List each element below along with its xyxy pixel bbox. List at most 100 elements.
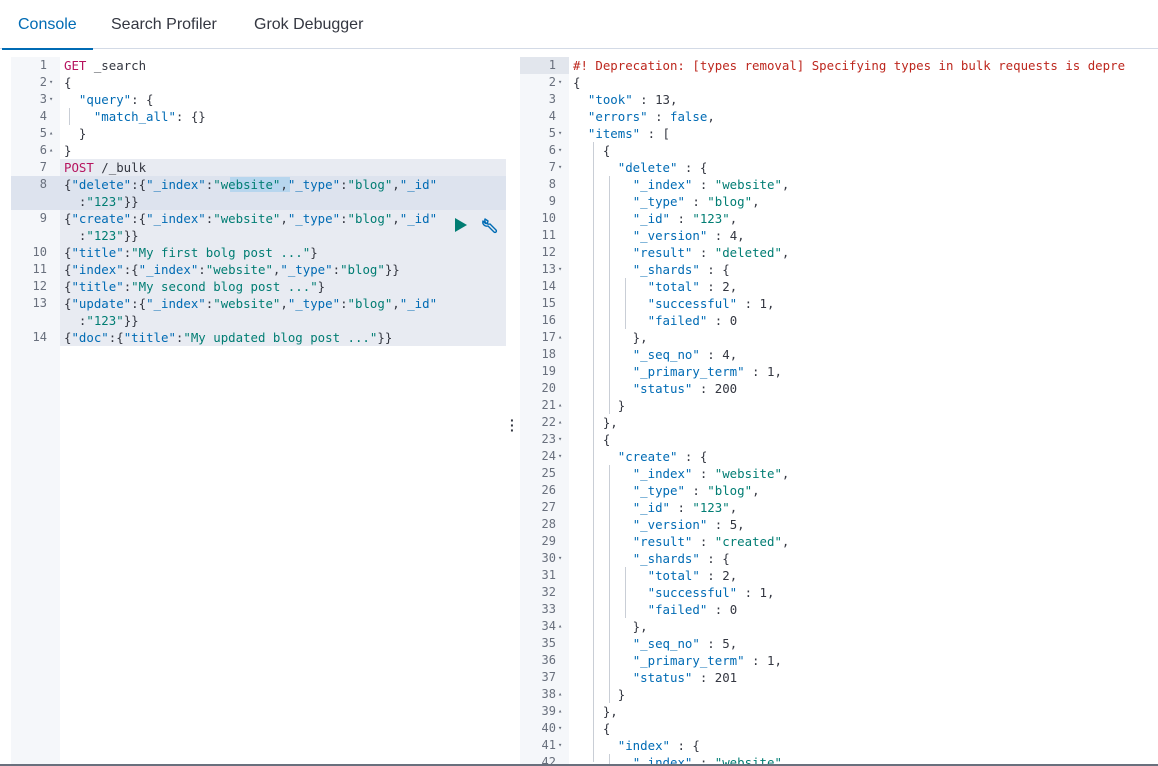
tab-console[interactable]: Console: [2, 0, 93, 50]
code-text: {"update":{"_index":"website","_type":"b…: [64, 295, 437, 312]
token-str: "blog": [707, 483, 753, 498]
token-punct: [573, 92, 588, 107]
token-key: "_id": [399, 211, 438, 226]
token-punct: ,: [729, 636, 738, 651]
fold-collapse-icon[interactable]: ▾: [558, 737, 568, 754]
line-number: 26: [541, 483, 556, 497]
fold-expand-icon[interactable]: ▴: [558, 414, 568, 431]
line-number: 18: [541, 347, 556, 361]
response-line: 23 ▾ {: [520, 431, 1158, 448]
code-text: "_seq_no" : 4,: [573, 346, 737, 363]
token-key: "create": [617, 449, 678, 464]
line-number: 13: [32, 296, 47, 310]
token-punct: ,: [737, 228, 745, 243]
token-str: "My second blog post ...": [131, 279, 318, 294]
response-viewer[interactable]: 1 #! Deprecation: [types removal] Specify…: [520, 57, 1158, 766]
token-punct: ,: [392, 296, 400, 311]
token-punct: ,: [707, 109, 715, 124]
line-number: 19: [541, 364, 556, 378]
token-punct: ,: [774, 364, 782, 379]
token-key: "doc": [71, 330, 109, 345]
response-line: 17 ▴ },: [520, 329, 1158, 346]
fold-collapse-icon[interactable]: ▾: [558, 261, 568, 278]
token-punct: }: [310, 245, 318, 260]
wrench-icon[interactable]: [481, 216, 499, 234]
fold-collapse-icon[interactable]: ▾: [558, 720, 568, 737]
request-editor[interactable]: 1 GET _search 2 ▾{3 ▾ "query": {4 "match_all…: [11, 57, 506, 766]
token-punct: :: [64, 228, 87, 243]
token-key: "_primary_term": [632, 653, 745, 668]
token-num: 1: [759, 296, 767, 311]
token-key: "_id": [399, 177, 438, 192]
line-number: 15: [541, 296, 556, 310]
line-number: 5: [39, 126, 47, 140]
vertical-dots-icon[interactable]: · · ·: [510, 413, 515, 437]
token-num: 0: [729, 602, 738, 617]
line-number: 36: [541, 653, 556, 667]
code-text: "_type" : "blog",: [573, 193, 760, 210]
token-punct: [573, 568, 648, 583]
token-key: "_index": [632, 177, 693, 192]
response-line: 40 ▾ {: [520, 720, 1158, 737]
fold-collapse-icon[interactable]: ▾: [558, 159, 568, 176]
code-text: "failed" : 0: [573, 601, 738, 618]
response-line: 19 "_primary_term" : 1,: [520, 363, 1158, 380]
token-key: "_id": [632, 500, 670, 515]
play-icon[interactable]: [455, 218, 467, 232]
tab-grok-debugger[interactable]: Grok Debugger: [254, 0, 363, 49]
code-text: "create" : {: [573, 448, 708, 465]
fold-expand-icon[interactable]: ▴: [558, 686, 568, 703]
fold-collapse-icon[interactable]: ▾: [49, 91, 59, 108]
fold-collapse-icon[interactable]: ▾: [558, 125, 568, 142]
token-num: 13: [655, 92, 670, 107]
token-str: "created": [714, 534, 782, 549]
fold-collapse-icon[interactable]: ▾: [558, 550, 568, 567]
token-punct: },: [573, 704, 618, 719]
token-punct: [64, 109, 94, 124]
fold-expand-icon[interactable]: ▴: [558, 618, 568, 635]
line-number: 4: [39, 109, 47, 123]
fold-collapse-icon[interactable]: ▾: [558, 74, 568, 91]
fold-collapse-icon[interactable]: ▾: [558, 448, 568, 465]
line-number: 13: [541, 262, 556, 276]
tab-search-profiler[interactable]: Search Profiler: [111, 0, 217, 49]
token-punct: ,: [670, 92, 678, 107]
token-str: "123": [692, 500, 730, 515]
token-punct: [573, 347, 633, 362]
fold-expand-icon[interactable]: ▴: [558, 397, 568, 414]
token-key: "successful": [647, 296, 738, 311]
token-key: "_id": [399, 296, 438, 311]
code-text: },: [573, 414, 618, 431]
request-line: 2 ▾ {: [11, 74, 506, 91]
code-text: "_index" : "website",: [573, 465, 790, 482]
token-punct: [573, 228, 633, 243]
token-punct: :: [692, 381, 715, 396]
token-punct: },: [573, 415, 618, 430]
fold-collapse-icon[interactable]: ▾: [558, 431, 568, 448]
line-number: 7: [39, 160, 47, 174]
token-punct: }}: [123, 194, 139, 209]
line-number: 6: [39, 143, 47, 157]
code-text: "successful" : 1,: [573, 584, 775, 601]
token-punct: ,: [280, 177, 288, 192]
app-tabs: Console Search Profiler Grok Debugger: [0, 0, 1158, 50]
token-punct: [573, 160, 618, 175]
token-punct: :: [670, 211, 693, 226]
token-key: "_seq_no": [632, 636, 700, 651]
token-num: 201: [714, 670, 738, 685]
fold-expand-icon[interactable]: ▴: [49, 125, 59, 142]
code-text: "_shards" : {: [573, 261, 730, 278]
fold-expand-icon[interactable]: ▴: [49, 142, 59, 159]
token-punct: :: [670, 500, 693, 515]
code-text: {: [64, 74, 71, 91]
fold-collapse-icon[interactable]: ▾: [49, 74, 59, 91]
code-text: {: [573, 431, 610, 448]
token-str: "website": [714, 177, 782, 192]
token-str: "website": [213, 211, 281, 226]
token-key: "index": [71, 262, 124, 277]
token-key: "_index": [632, 466, 693, 481]
token-num: 5: [722, 636, 730, 651]
fold-collapse-icon[interactable]: ▾: [558, 142, 568, 159]
fold-expand-icon[interactable]: ▴: [558, 329, 568, 346]
fold-expand-icon[interactable]: ▴: [558, 703, 568, 720]
